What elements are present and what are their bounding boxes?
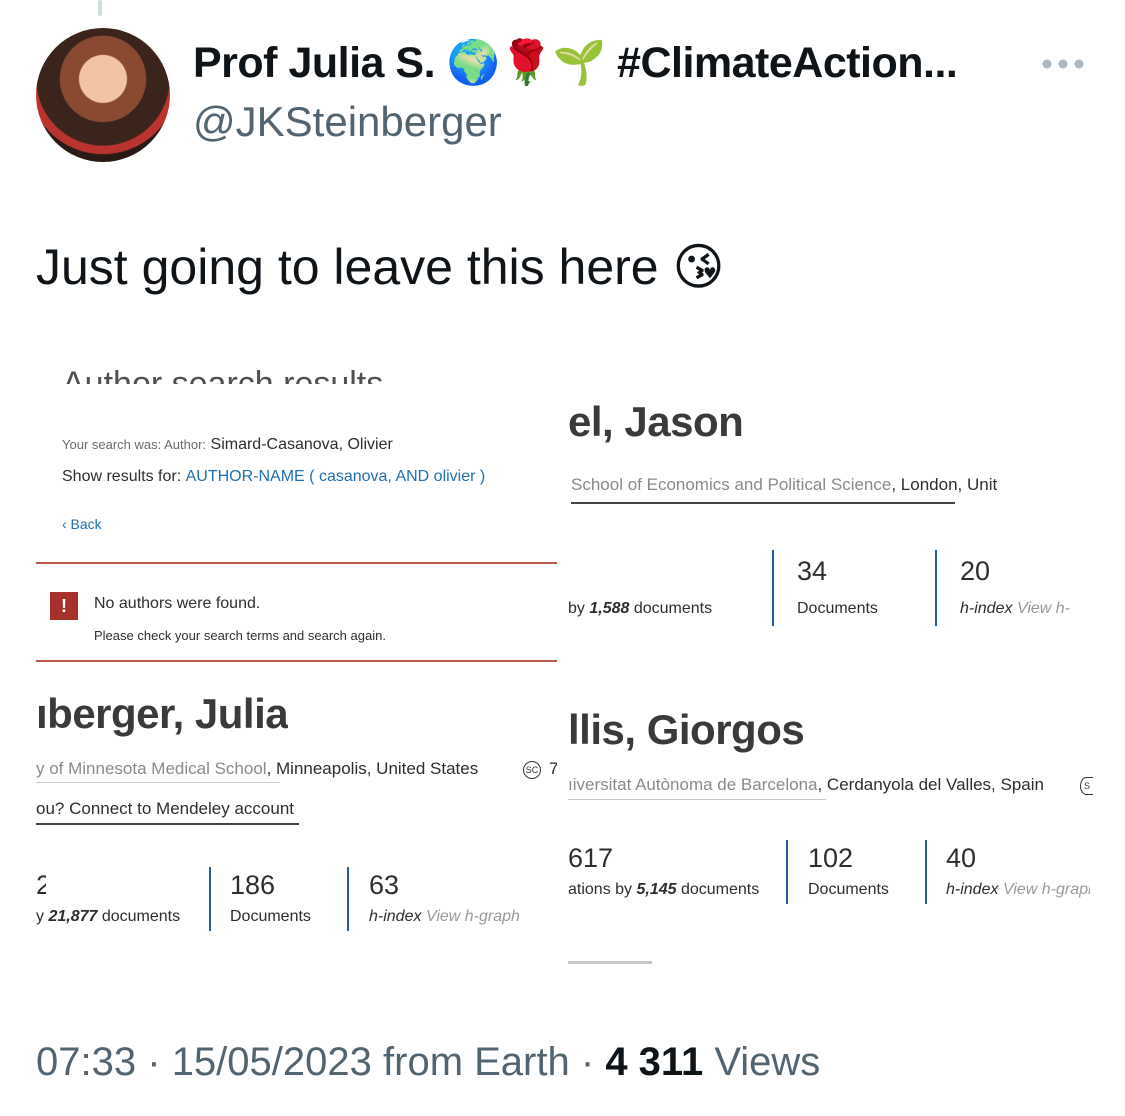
search-was-label: Your search was: Author: (62, 437, 207, 452)
views-count: 4 311 (605, 1040, 704, 1084)
documents-value[interactable]: 34 (797, 556, 827, 587)
user-handle[interactable]: @JKSteinberger (193, 98, 502, 146)
metric-divider (925, 840, 927, 904)
documents-label: Documents (808, 881, 889, 898)
affiliation-underline (568, 799, 826, 800)
scopus-icon: SC (523, 761, 541, 779)
show-results-line: Show results for: AUTHOR-NAME ( casanova… (62, 468, 485, 486)
citations-label: ations by 5,145 documents (568, 881, 760, 898)
tweet-text: Just going to leave this here 😘 (36, 239, 725, 295)
display-name[interactable]: Prof Julia S. 🌍🌹🌱 #ClimateAction... (193, 38, 958, 88)
author-affiliation: ıiversitat Autònoma de Barcelona, Cerdan… (568, 775, 1058, 795)
mendeley-underline (36, 823, 299, 825)
affiliation-underline (571, 502, 955, 504)
h-index-value: 40 (946, 843, 977, 873)
tweet-time[interactable]: 07:33 (36, 1040, 136, 1084)
alert-icon: ! (50, 592, 78, 620)
search-was-value: Simard-Casanova, Olivier (210, 436, 393, 453)
h-index-label: h-index View h-graph (946, 881, 1090, 899)
back-link[interactable]: ‹ Back (62, 516, 102, 532)
author-name: el, Jason (568, 398, 744, 445)
affiliation-link[interactable]: School of Economics and Political Scienc… (571, 475, 891, 494)
tweet-date[interactable]: 15/05/2023 (172, 1040, 372, 1084)
metric-divider (935, 550, 937, 626)
citations-value: 617 (568, 843, 614, 873)
citations-label: y 21,877 documents (36, 908, 181, 925)
affiliation-underline (36, 782, 280, 783)
show-results-query[interactable]: AUTHOR-NAME ( casanova, AND olivier ) (186, 468, 486, 485)
h-index-value: 20 (960, 556, 991, 586)
tweet-meta: 07:33 · 15/05/2023 from Earth · 4 311 Vi… (36, 1040, 821, 1084)
alert-title: No authors were found. (94, 595, 261, 612)
documents-label: Documents (797, 600, 878, 617)
sc-trailing: 7 (549, 759, 557, 778)
alert-detail: Please check your search terms and searc… (94, 628, 386, 643)
scopus-icon: S (1080, 777, 1093, 795)
view-h-graph-link[interactable]: View h-graph (426, 908, 520, 925)
search-query-line: Your search was: Author: Simard-Casanova… (62, 436, 393, 454)
affiliation-location: , Minneapolis, United States (266, 759, 479, 778)
documents-value[interactable]: 102 (808, 843, 853, 874)
documents-label: Documents (230, 908, 311, 925)
metric-divider (786, 840, 788, 904)
author-name: llis, Giorgos (568, 706, 805, 753)
search-results-heading: Author search results (62, 365, 384, 384)
author-name: ıberger, Julia (36, 690, 289, 737)
show-results-label: Show results for: (62, 468, 182, 485)
citations-label: by 1,588 documents (568, 600, 713, 617)
affiliation-location: , Cerdanyola del Valles, Spain (817, 775, 1044, 794)
affiliation-location: , London, Unit (891, 475, 998, 494)
documents-value[interactable]: 186 (230, 870, 275, 901)
avatar[interactable] (36, 28, 170, 162)
more-horizontal-icon[interactable] (1040, 56, 1086, 72)
affiliation-link[interactable]: y of Minnesota Medical School (36, 759, 267, 778)
thread-connector (98, 0, 102, 16)
metric-divider (772, 550, 774, 626)
views-label: Views (714, 1040, 821, 1084)
h-index-label: h-index View h-graph (369, 908, 520, 925)
citations-value: 2 (36, 870, 46, 900)
view-h-graph-link[interactable]: View h-graph (1003, 881, 1090, 898)
mendeley-connect[interactable]: ou? Connect to Mendeley account (36, 799, 294, 819)
metric-divider (347, 867, 349, 931)
tweet-source: from Earth (383, 1040, 570, 1084)
scroll-indicator (568, 961, 652, 964)
metric-divider (209, 867, 211, 931)
author-affiliation: School of Economics and Political Scienc… (571, 475, 1091, 495)
author-affiliation: y of Minnesota Medical School, Minneapol… (36, 759, 478, 779)
h-index-value: 63 (369, 870, 400, 900)
view-h-graph-link[interactable]: View h- (1017, 600, 1070, 617)
affiliation-link[interactable]: ıiversitat Autònoma de Barcelona (568, 775, 817, 794)
h-index-label: h-index View h- (960, 600, 1070, 617)
